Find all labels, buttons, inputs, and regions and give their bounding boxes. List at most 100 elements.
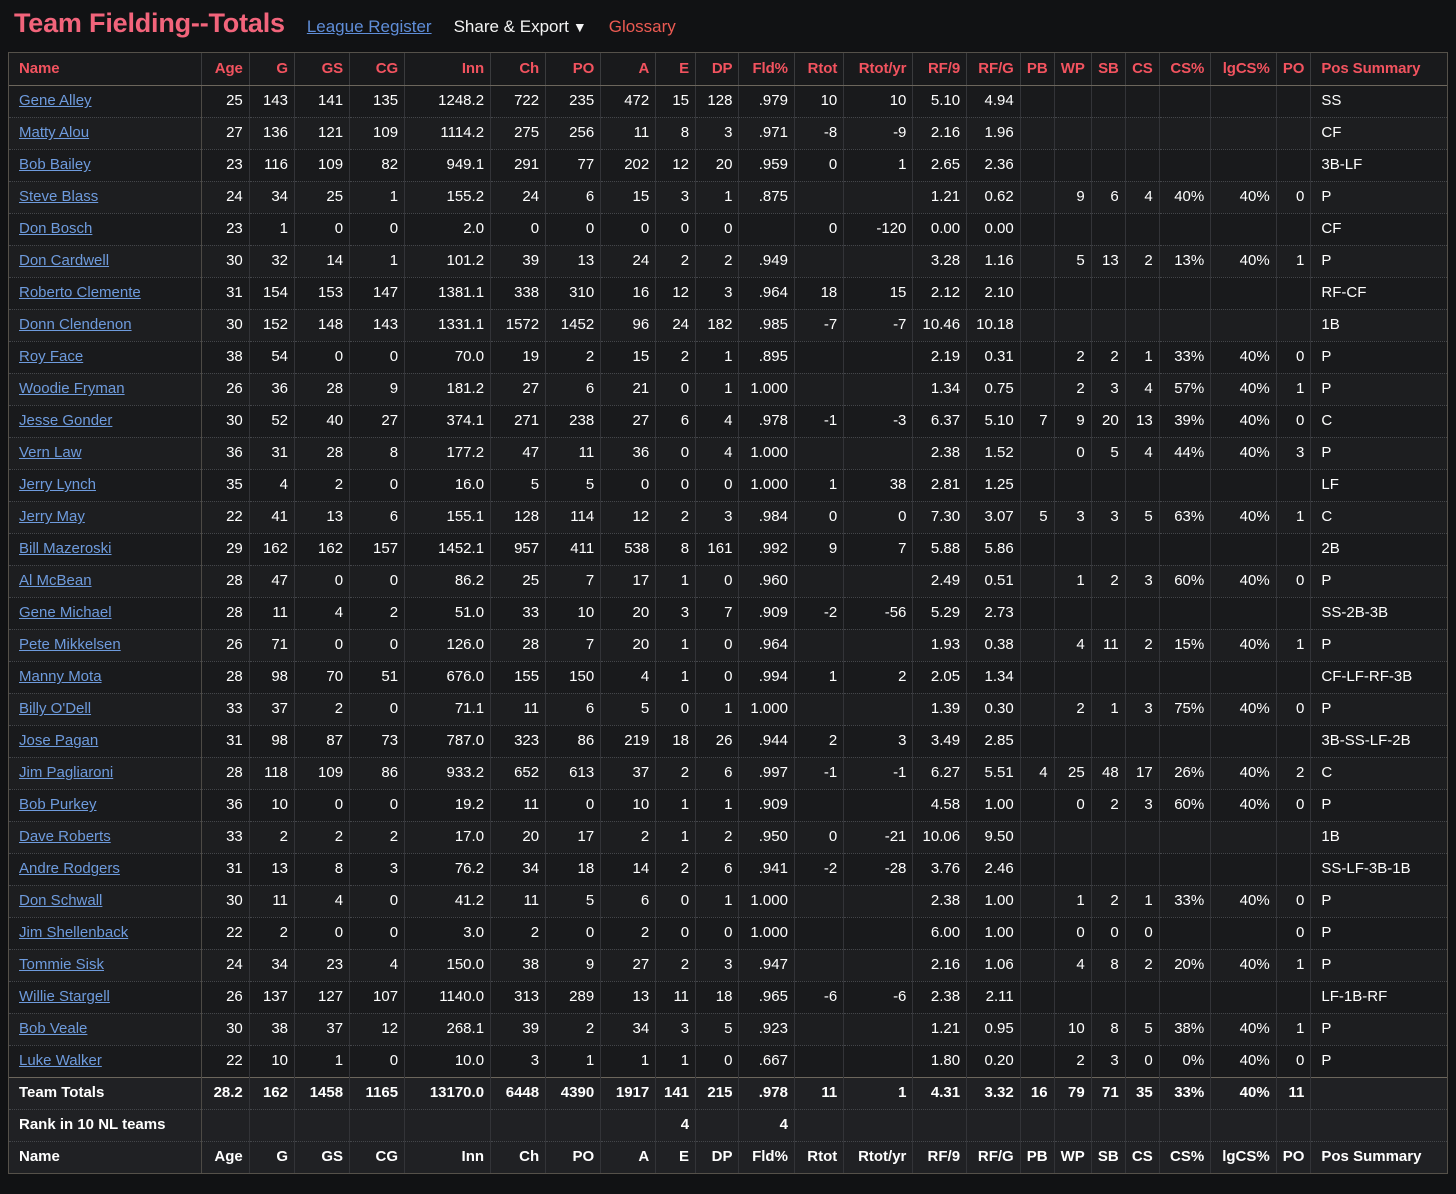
- footer-column-header-wp[interactable]: WP: [1054, 1141, 1092, 1173]
- column-header-cg[interactable]: CG: [349, 53, 406, 86]
- footer-column-header-gs[interactable]: GS: [294, 1141, 351, 1173]
- glossary-link[interactable]: Glossary: [609, 17, 676, 37]
- footer-column-header-g[interactable]: G: [249, 1141, 296, 1173]
- stat-cell-lgcs: [1210, 661, 1277, 694]
- player-link[interactable]: Jose Pagan: [19, 732, 98, 749]
- footer-column-header-rtot[interactable]: Rtot: [794, 1141, 845, 1173]
- player-link[interactable]: Tommie Sisk: [19, 956, 104, 973]
- column-header-wp[interactable]: WP: [1054, 53, 1092, 86]
- footer-column-header-age[interactable]: Age: [201, 1141, 250, 1173]
- player-link[interactable]: Don Schwall: [19, 892, 102, 909]
- player-link[interactable]: Jim Shellenback: [19, 924, 128, 941]
- footer-column-header-lgcs[interactable]: lgCS%: [1210, 1141, 1277, 1173]
- player-link[interactable]: Jesse Gonder: [19, 412, 112, 429]
- player-link[interactable]: Andre Rodgers: [19, 860, 120, 877]
- stat-cell-a: 27: [600, 405, 657, 438]
- player-link[interactable]: Manny Mota: [19, 668, 102, 685]
- column-header-g[interactable]: G: [249, 53, 296, 86]
- stat-cell-po: [1276, 277, 1312, 310]
- footer-column-header-rf-g[interactable]: RF/G: [966, 1141, 1021, 1173]
- column-header-rf-g[interactable]: RF/G: [966, 53, 1021, 86]
- stat-cell-a: 96: [600, 309, 657, 342]
- player-link[interactable]: Bill Mazeroski: [19, 540, 112, 557]
- stat-cell-age: 23: [201, 149, 250, 182]
- stat-cell-pos-summary: CF-LF-RF-3B: [1310, 661, 1447, 694]
- player-link[interactable]: Willie Stargell: [19, 988, 110, 1005]
- player-link[interactable]: Woodie Fryman: [19, 380, 125, 397]
- column-header-po[interactable]: PO: [545, 53, 602, 86]
- share-export-dropdown[interactable]: Share & Export ▼: [454, 17, 587, 37]
- column-header-fld[interactable]: Fld%: [738, 53, 795, 86]
- player-link[interactable]: Gene Michael: [19, 604, 112, 621]
- column-header-rtot-yr[interactable]: Rtot/yr: [843, 53, 914, 86]
- footer-column-header-fld[interactable]: Fld%: [738, 1141, 795, 1173]
- footer-column-header-sb[interactable]: SB: [1091, 1141, 1126, 1173]
- player-link[interactable]: Vern Law: [19, 444, 82, 461]
- column-header-age[interactable]: Age: [201, 53, 250, 86]
- footer-column-header-ch[interactable]: Ch: [490, 1141, 547, 1173]
- player-link[interactable]: Bob Bailey: [19, 156, 91, 173]
- column-header-rf-9[interactable]: RF/9: [912, 53, 968, 86]
- footer-column-header-rf-9[interactable]: RF/9: [912, 1141, 968, 1173]
- player-link[interactable]: Luke Walker: [19, 1052, 102, 1069]
- player-link[interactable]: Don Bosch: [19, 220, 92, 237]
- column-header-inn[interactable]: Inn: [404, 53, 492, 86]
- footer-column-header-pos-summary[interactable]: Pos Summary: [1310, 1141, 1447, 1173]
- player-link[interactable]: Bob Purkey: [19, 796, 97, 813]
- footer-column-header-a[interactable]: A: [600, 1141, 657, 1173]
- footer-column-header-po[interactable]: PO: [1276, 1141, 1312, 1173]
- footer-cell-rf-g: 3.32: [966, 1076, 1021, 1110]
- player-link[interactable]: Roy Face: [19, 348, 83, 365]
- footer-column-header-cs[interactable]: CS%: [1159, 1141, 1212, 1173]
- footer-column-header-name[interactable]: Name: [9, 1141, 203, 1173]
- player-link[interactable]: Jim Pagliaroni: [19, 764, 113, 781]
- column-header-pb[interactable]: PB: [1020, 53, 1055, 86]
- column-header-pos-summary[interactable]: Pos Summary: [1310, 53, 1447, 86]
- stat-cell-gs: 40: [294, 405, 351, 438]
- player-link[interactable]: Bob Veale: [19, 1020, 87, 1037]
- stat-cell-lgcs: [1210, 821, 1277, 854]
- player-link[interactable]: Donn Clendenon: [19, 316, 132, 333]
- column-header-name[interactable]: Name: [9, 53, 203, 86]
- footer-column-header-e[interactable]: E: [655, 1141, 697, 1173]
- stat-cell-wp: [1054, 149, 1092, 182]
- stat-cell-rf-9: 2.16: [912, 117, 968, 150]
- stat-cell-wp: [1054, 725, 1092, 758]
- player-link[interactable]: Steve Blass: [19, 188, 98, 205]
- player-link[interactable]: Jerry Lynch: [19, 476, 96, 493]
- column-header-ch[interactable]: Ch: [490, 53, 547, 86]
- player-link[interactable]: Al McBean: [19, 572, 92, 589]
- player-link[interactable]: Don Cardwell: [19, 252, 109, 269]
- stat-cell-dp: 1: [695, 693, 740, 726]
- column-header-gs[interactable]: GS: [294, 53, 351, 86]
- footer-column-header-pb[interactable]: PB: [1020, 1141, 1055, 1173]
- column-header-rtot[interactable]: Rtot: [794, 53, 845, 86]
- column-header-po[interactable]: PO: [1276, 53, 1312, 86]
- player-link[interactable]: Pete Mikkelsen: [19, 636, 121, 653]
- footer-column-header-rtot-yr[interactable]: Rtot/yr: [843, 1141, 914, 1173]
- column-header-cs[interactable]: CS%: [1159, 53, 1212, 86]
- player-name-cell: Jose Pagan: [9, 725, 203, 758]
- column-header-sb[interactable]: SB: [1091, 53, 1126, 86]
- column-header-e[interactable]: E: [655, 53, 697, 86]
- player-link[interactable]: Roberto Clemente: [19, 284, 141, 301]
- column-header-dp[interactable]: DP: [695, 53, 740, 86]
- column-header-lgcs[interactable]: lgCS%: [1210, 53, 1277, 86]
- footer-column-header-dp[interactable]: DP: [695, 1141, 740, 1173]
- player-link[interactable]: Matty Alou: [19, 124, 89, 141]
- stat-cell-rf-g: 0.51: [966, 565, 1021, 598]
- footer-cell-rtot-yr: 1: [843, 1076, 914, 1110]
- player-link[interactable]: Billy O'Dell: [19, 700, 91, 717]
- footer-column-header-po[interactable]: PO: [545, 1141, 602, 1173]
- footer-column-header-inn[interactable]: Inn: [404, 1141, 492, 1173]
- column-header-cs[interactable]: CS: [1125, 53, 1160, 86]
- stat-cell-wp: 5: [1054, 245, 1092, 278]
- footer-column-header-cs[interactable]: CS: [1125, 1141, 1160, 1173]
- player-link[interactable]: Dave Roberts: [19, 828, 111, 845]
- column-header-a[interactable]: A: [600, 53, 657, 86]
- player-link[interactable]: Jerry May: [19, 508, 85, 525]
- league-register-link[interactable]: League Register: [307, 17, 432, 37]
- stat-cell-cs: 2: [1125, 949, 1160, 982]
- player-link[interactable]: Gene Alley: [19, 92, 92, 109]
- footer-column-header-cg[interactable]: CG: [349, 1141, 406, 1173]
